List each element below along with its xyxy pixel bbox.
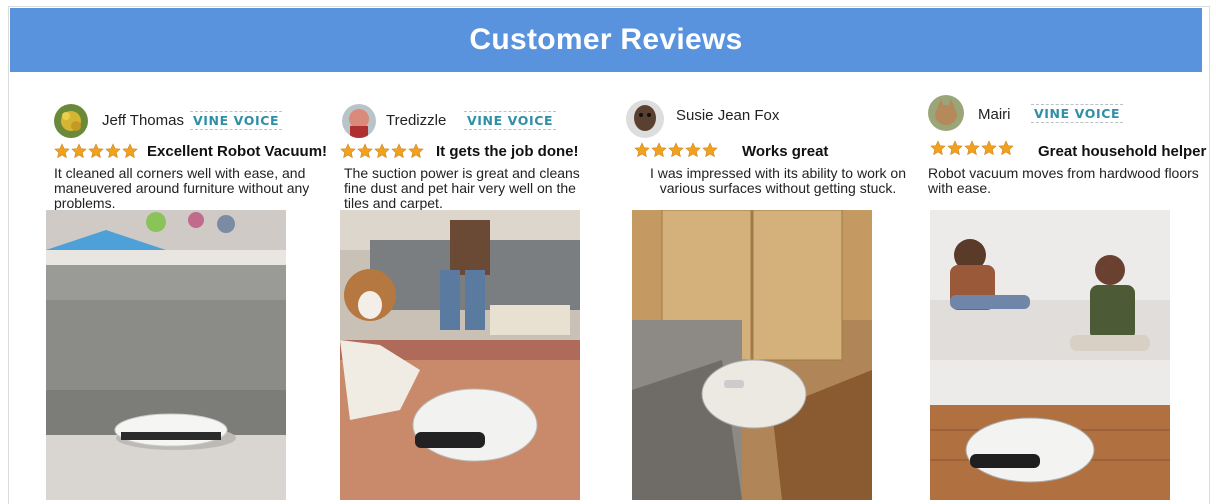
star-icon	[71, 143, 87, 159]
review-text: I was impressed with its ability to work…	[650, 165, 906, 196]
star-rating	[54, 143, 138, 159]
star-icon	[930, 140, 946, 156]
star-icon	[340, 143, 356, 159]
review-card: Mairi VINE VOICE Great household helper …	[928, 84, 1216, 504]
star-icon	[685, 142, 701, 158]
review-photo[interactable]	[632, 210, 872, 500]
star-rating	[930, 140, 1014, 156]
review-card: Jeff Thomas VINE VOICE Excellent Robot V…	[46, 84, 336, 504]
vine-voice-badge: VINE VOICE	[190, 111, 283, 130]
review-photo[interactable]	[930, 210, 1170, 500]
review-headline: It gets the job done!	[436, 143, 579, 160]
star-icon	[947, 140, 963, 156]
avatar	[342, 104, 376, 138]
star-icon	[105, 143, 121, 159]
reviewer-name[interactable]: Tredizzle	[386, 112, 446, 129]
review-headline: Works great	[742, 143, 829, 160]
star-icon	[998, 140, 1014, 156]
review-headline: Great household helper	[1038, 143, 1207, 160]
star-icon	[408, 143, 424, 159]
reviews-banner: Customer Reviews	[10, 8, 1202, 72]
vine-voice-badge: VINE VOICE	[1031, 104, 1124, 123]
avatar	[626, 100, 664, 138]
banner-title: Customer Reviews	[469, 23, 743, 56]
star-icon	[88, 143, 104, 159]
star-icon	[357, 143, 373, 159]
review-text: The suction power is great and cleans fi…	[344, 165, 580, 211]
review-card: Susie Jean Fox Works great I was impress…	[626, 84, 922, 504]
avatar	[54, 104, 88, 138]
star-icon	[54, 143, 70, 159]
reviewer-name[interactable]: Susie Jean Fox	[676, 107, 779, 124]
reviewer-name[interactable]: Mairi	[978, 106, 1011, 123]
star-icon	[634, 142, 650, 158]
star-rating	[340, 143, 424, 159]
vine-voice-badge: VINE VOICE	[464, 111, 557, 130]
star-icon	[964, 140, 980, 156]
review-photo[interactable]	[340, 210, 580, 500]
star-icon	[981, 140, 997, 156]
review-card: Tredizzle VINE VOICE It gets the job don…	[340, 84, 630, 504]
star-icon	[668, 142, 684, 158]
star-icon	[391, 143, 407, 159]
review-text: It cleaned all corners well with ease, a…	[54, 165, 310, 211]
review-photo[interactable]	[46, 210, 286, 500]
star-rating	[634, 142, 718, 158]
star-icon	[374, 143, 390, 159]
avatar	[928, 95, 964, 131]
review-headline: Excellent Robot Vacuum!	[147, 143, 328, 160]
star-icon	[651, 142, 667, 158]
star-icon	[122, 143, 138, 159]
reviewer-name[interactable]: Jeff Thomas	[102, 112, 184, 129]
review-text: Robot vacuum moves from hardwood floors …	[928, 165, 1199, 196]
star-icon	[702, 142, 718, 158]
